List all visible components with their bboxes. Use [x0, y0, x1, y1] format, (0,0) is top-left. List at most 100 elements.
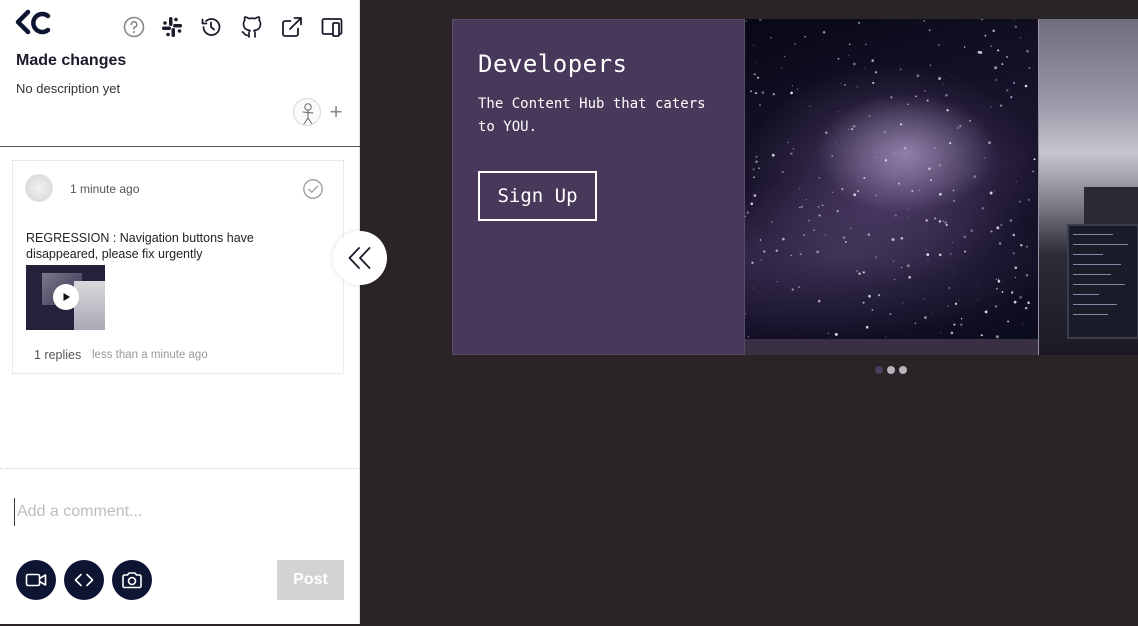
- star-dot: [907, 103, 909, 105]
- star-dot: [818, 177, 820, 179]
- star-dot: [843, 83, 846, 87]
- star-dot: [856, 269, 859, 273]
- carousel-dot[interactable]: [887, 366, 895, 374]
- star-dot: [1026, 49, 1029, 53]
- star-dot: [992, 29, 996, 33]
- star-dot: [923, 20, 926, 22]
- star-dot: [970, 229, 974, 233]
- star-dot: [901, 266, 903, 269]
- star-dot: [908, 275, 912, 279]
- screenshot-button[interactable]: [112, 560, 152, 600]
- star-dot: [1028, 67, 1031, 70]
- star-dot: [933, 147, 937, 150]
- star-dot: [848, 128, 850, 130]
- star-dot: [981, 207, 985, 210]
- record-video-button[interactable]: [16, 560, 56, 600]
- app-logo-icon[interactable]: [14, 8, 54, 38]
- external-link-icon[interactable]: [278, 13, 306, 41]
- post-button[interactable]: Post: [277, 560, 344, 600]
- star-dot: [977, 299, 979, 301]
- star-dot: [1014, 276, 1016, 278]
- carousel-dot[interactable]: [875, 366, 883, 374]
- star-dot: [889, 313, 892, 316]
- collapse-panel-button[interactable]: [333, 231, 387, 285]
- star-dot: [953, 177, 955, 179]
- star-dot: [825, 131, 828, 134]
- star-dot: [989, 191, 993, 195]
- star-dot: [990, 230, 993, 233]
- star-dot: [918, 189, 921, 192]
- star-dot: [977, 283, 979, 285]
- star-dot: [980, 334, 983, 337]
- replies-time: less than a minute ago: [92, 349, 208, 361]
- star-dot: [998, 242, 1002, 245]
- star-dot: [994, 190, 996, 192]
- star-dot: [1024, 84, 1028, 88]
- toggle-layout-icon[interactable]: [318, 13, 346, 41]
- star-dot: [938, 253, 942, 257]
- star-dot: [894, 214, 897, 217]
- video-camera-icon: [25, 573, 47, 587]
- help-icon[interactable]: [120, 13, 148, 41]
- star-dot: [834, 143, 837, 145]
- star-dot: [844, 241, 847, 243]
- star-dot: [1019, 295, 1023, 299]
- star-dot: [836, 210, 839, 213]
- star-dot: [745, 20, 748, 22]
- github-icon[interactable]: [238, 13, 266, 41]
- slack-icon[interactable]: [158, 13, 186, 41]
- star-dot: [914, 322, 917, 325]
- sign-up-button[interactable]: Sign Up: [478, 171, 597, 221]
- star-dot: [771, 153, 775, 157]
- star-dot: [865, 325, 869, 329]
- star-dot: [925, 219, 928, 222]
- history-icon[interactable]: [197, 13, 225, 41]
- star-dot: [1014, 266, 1018, 270]
- issue-description[interactable]: No description yet: [16, 81, 120, 96]
- star-dot: [1014, 25, 1018, 29]
- play-icon[interactable]: [53, 284, 79, 310]
- star-dot: [984, 157, 986, 159]
- star-dot: [952, 189, 955, 192]
- star-dot: [856, 189, 860, 193]
- star-dot: [931, 313, 933, 315]
- code-embed-button[interactable]: [64, 560, 104, 600]
- star-dot: [801, 205, 803, 208]
- comment-thread: 1 minute ago REGRESSION : Navigation but…: [12, 160, 344, 374]
- code-line-shape: [1073, 304, 1117, 305]
- replies-link[interactable]: 1 replies: [34, 348, 81, 362]
- star-dot: [831, 155, 833, 157]
- code-icon: [74, 573, 94, 587]
- star-dot: [994, 66, 998, 70]
- star-dot: [1001, 291, 1004, 293]
- star-dot: [928, 167, 931, 170]
- commenter-avatar: [25, 174, 53, 202]
- assignee-avatar[interactable]: [293, 98, 321, 126]
- star-dot: [995, 278, 998, 281]
- star-dot: [850, 190, 852, 192]
- star-dot: [841, 188, 844, 191]
- monitor-shape: [1067, 224, 1138, 339]
- star-dot: [928, 29, 931, 32]
- code-line-shape: [1073, 274, 1111, 275]
- star-dot: [916, 74, 920, 78]
- star-dot: [744, 312, 746, 315]
- star-dot: [1027, 301, 1030, 305]
- resolve-check-icon[interactable]: [302, 178, 324, 200]
- star-dot: [750, 202, 754, 206]
- carousel-dot[interactable]: [899, 366, 907, 374]
- star-dot: [885, 336, 887, 338]
- add-assignee-icon[interactable]: +: [326, 100, 346, 124]
- section-divider: [0, 146, 360, 147]
- star-dot: [805, 199, 807, 201]
- star-dot: [923, 89, 926, 93]
- comment-input[interactable]: [14, 498, 334, 526]
- star-dot: [753, 73, 756, 76]
- star-dot: [850, 127, 854, 131]
- star-dot: [1025, 245, 1028, 248]
- video-attachment[interactable]: [26, 265, 105, 330]
- camera-icon: [122, 572, 142, 589]
- star-dot: [858, 272, 861, 275]
- star-dot: [871, 59, 875, 62]
- star-dot: [996, 226, 1000, 230]
